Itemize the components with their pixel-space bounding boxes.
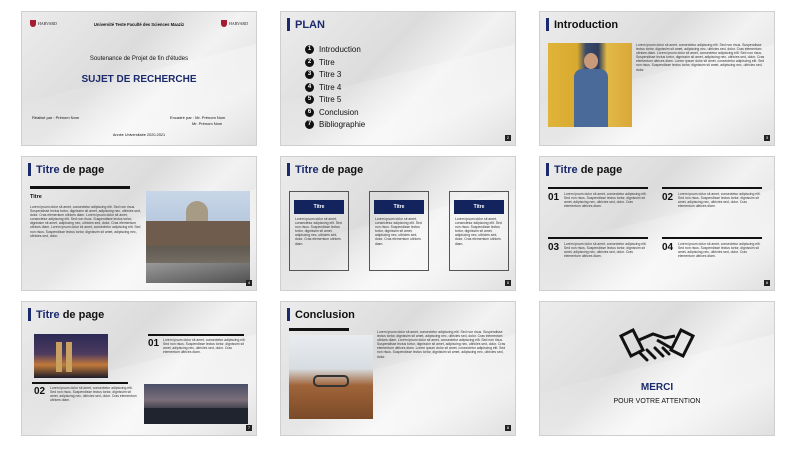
- slide-merci[interactable]: MERCI POUR VOTRE ATTENTION: [540, 302, 774, 435]
- header-accent-bar: [287, 163, 290, 176]
- page-number: 4: [246, 280, 252, 286]
- header-accent-bar: [287, 308, 290, 321]
- block-rule: [32, 382, 128, 384]
- page-number: 5: [505, 280, 511, 286]
- dome-building: [186, 201, 208, 223]
- plan-list: 1 Introduction 2 Titre 3 Titre 3 4 Titre 4 5…: [305, 45, 365, 133]
- block: 01 Lorem ipsum dolor sit amet, consectetu…: [548, 187, 648, 222]
- block-text: Lorem ipsum dolor sit amet, consectetur …: [163, 338, 247, 355]
- page-number: 7: [246, 425, 252, 431]
- glasses: [313, 375, 349, 387]
- slide-titre-page-cards[interactable]: Titre de page Titre Lorem ipsum dolor si…: [281, 157, 515, 290]
- page-number: 2: [505, 135, 511, 141]
- annee-universitaire: Année Universitaire 2020-2021: [112, 133, 166, 137]
- skyline: [144, 408, 248, 424]
- card-title: Titre: [294, 200, 344, 214]
- attention-text: POUR VOTRE ATTENTION: [613, 398, 701, 405]
- block: 02 Lorem ipsum dolor sit amet, consectetu…: [662, 187, 762, 222]
- card-title: Titre: [454, 200, 504, 214]
- night-skyline-photo: [34, 334, 108, 378]
- card: Titre Lorem ipsum dolor sit amet, consec…: [289, 191, 349, 271]
- subheading: Titre: [30, 194, 42, 200]
- block-number: 01: [148, 338, 160, 349]
- towers: [56, 342, 62, 372]
- slide-header: PLAN: [287, 18, 325, 31]
- body-text: Lorem ipsum dolor sit amet, consectetur …: [30, 205, 142, 238]
- header-accent-bar: [28, 163, 31, 176]
- slide-conclusion[interactable]: Conclusion Lorem ipsum dolor sit amet, c…: [281, 302, 515, 435]
- man-with-tablet-photo: [548, 43, 632, 127]
- page-number: 8: [505, 425, 511, 431]
- header-accent-bar: [28, 308, 31, 321]
- slide-header: Titre de page: [28, 163, 104, 176]
- header-accent-bar: [287, 18, 290, 31]
- merci-text: MERCI: [640, 382, 674, 393]
- block-text: Lorem ipsum dolor sit amet, consectetur …: [564, 192, 648, 209]
- city-dusk-photo: [144, 384, 248, 424]
- block-text: Lorem ipsum dolor sit amet, consectetur …: [678, 192, 762, 209]
- desk-glasses-photo: [289, 335, 373, 419]
- block-rule: [662, 237, 762, 239]
- cover-subtitle: Soutenance de Projet de fin d'études: [89, 56, 189, 62]
- card: Titre Lorem ipsum dolor sit amet, consec…: [449, 191, 509, 271]
- slide-cover[interactable]: HARVARD HARVARD Université Teste Faculté…: [22, 12, 256, 145]
- slide-titre-page-numbers[interactable]: Titre de page 01 Lorem ipsum dolor sit am…: [540, 157, 774, 290]
- block: 03 Lorem ipsum dolor sit amet, consectetu…: [548, 237, 648, 272]
- university-name: Université Teste Faculté des Sciences Ma…: [93, 22, 185, 27]
- slide-titre-page-photos[interactable]: Titre de page 01 Lorem ipsum dolor sit a…: [22, 302, 256, 435]
- top-rule: [30, 186, 130, 189]
- block-text: Lorem ipsum dolor sit amet, consectetur …: [564, 242, 648, 259]
- block-rule: [548, 187, 648, 189]
- buildings: [146, 221, 250, 246]
- slide-header: Titre de page: [546, 163, 622, 176]
- block-number: 02: [662, 192, 674, 203]
- encadre-par: Encadré par : Mr. Prénom Nom: [170, 115, 226, 120]
- towers: [66, 342, 72, 372]
- header-accent-bar: [546, 163, 549, 176]
- block-text: Lorem ipsum dolor sit amet, consectetur …: [678, 242, 762, 259]
- slide-plan[interactable]: PLAN 1 Introduction 2 Titre 3 Titre 3 4 Titr…: [281, 12, 515, 145]
- slide-header: Introduction: [546, 18, 618, 31]
- block-text: Lorem ipsum dolor sit amet, consectetur …: [50, 386, 138, 403]
- plan-item: 7 Bibliographie: [305, 120, 365, 129]
- cover-title: SUJET DE RECHERCHE: [81, 74, 197, 85]
- card-text: Lorem ipsum dolor sit amet, consectetur …: [455, 217, 503, 246]
- block-number: 04: [662, 242, 674, 253]
- slide-introduction[interactable]: Introduction Lorem ipsum dolor sit amet,…: [540, 12, 774, 145]
- city-street-photo: [146, 191, 250, 283]
- slide-header: Titre de page: [287, 163, 363, 176]
- page-number: 3: [764, 135, 770, 141]
- slide-titre-page-photo[interactable]: Titre de page Titre Lorem ipsum dolor si…: [22, 157, 256, 290]
- plan-item: 1 Introduction: [305, 45, 365, 54]
- page-number: 6: [764, 280, 770, 286]
- slide-header: Conclusion: [287, 308, 355, 321]
- header-accent-bar: [546, 18, 549, 31]
- plan-item: 6 Conclusion: [305, 107, 365, 117]
- person-head: [584, 53, 598, 69]
- encadre-par-2: Mr. Prénom Nom: [192, 121, 223, 126]
- block-rule: [662, 187, 762, 189]
- plan-item: 2 Titre: [305, 57, 365, 67]
- card-title: Titre: [374, 200, 424, 214]
- card: Titre Lorem ipsum dolor sit amet, consec…: [369, 191, 429, 271]
- plan-item: 4 Titre 4: [305, 82, 365, 92]
- block-rule: [148, 334, 244, 336]
- handshake-icon: [618, 327, 696, 362]
- bridge: [146, 263, 250, 283]
- slide-header: Titre de page: [28, 308, 104, 321]
- card-text: Lorem ipsum dolor sit amet, consectetur …: [375, 217, 423, 246]
- block-rule: [548, 237, 648, 239]
- top-rule: [289, 328, 349, 331]
- block-number: 03: [548, 242, 560, 253]
- realise-par: Réalisé par : Prénom Nom: [32, 115, 80, 120]
- plan-item: 5 Titre 5: [305, 95, 365, 104]
- intro-text: Lorem ipsum dolor sit amet, consectetur …: [636, 43, 766, 72]
- block-number: 02: [34, 386, 46, 397]
- block: 04 Lorem ipsum dolor sit amet, consectetu…: [662, 237, 762, 272]
- plan-item: 3 Titre 3: [305, 70, 365, 79]
- block-number: 01: [548, 192, 560, 203]
- person-body: [574, 69, 608, 127]
- card-text: Lorem ipsum dolor sit amet, consectetur …: [295, 217, 343, 246]
- conclusion-text: Lorem ipsum dolor sit amet, consectetur …: [377, 330, 507, 359]
